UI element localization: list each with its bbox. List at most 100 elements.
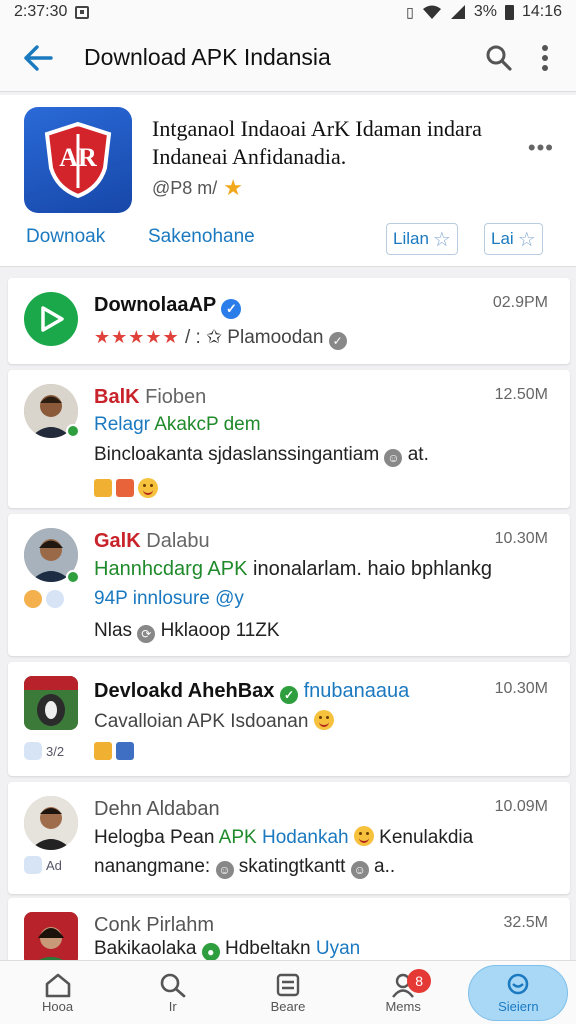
info-icon: ✓ <box>328 332 347 350</box>
featured-app-card[interactable]: AR Intganaol Indaoai ArK Idaman indara I… <box>0 95 576 267</box>
separator: / : <box>184 327 207 348</box>
post-time: 32.5M <box>503 914 548 931</box>
text-segment: Bakikaolaka <box>94 938 197 959</box>
post-author-handle: fnubanaaua <box>303 680 410 702</box>
list-item[interactable]: DownolaaAP ✓ 02.9PM ★★★★★ / : ✩ Plamooda… <box>8 278 570 364</box>
wifi-icon <box>422 5 441 19</box>
post-author-name: DownolaaAP <box>94 294 216 316</box>
status-icon: ● <box>201 943 220 961</box>
notification-badge: 8 <box>407 968 432 993</box>
avatar <box>24 292 78 346</box>
online-dot <box>66 570 80 584</box>
nav-label: Hooa <box>42 999 74 1014</box>
text-segment: dem <box>223 414 261 435</box>
reaction-bar[interactable] <box>94 742 134 760</box>
post-mini-icons: 3/2 <box>24 742 64 760</box>
clock-icon: ⟳ <box>137 625 156 643</box>
post-author-name: Dehn Aldaban <box>94 798 220 820</box>
post-author: DownolaaAP ✓ <box>94 294 242 319</box>
nav-search[interactable]: Ir <box>123 965 223 1021</box>
battery-icon <box>504 4 514 20</box>
text-segment: Nlas <box>94 620 133 641</box>
shield-logo-icon: AR <box>44 122 112 198</box>
rating-stars-icon: ★★★★★ <box>94 327 180 347</box>
search-icon <box>160 973 186 998</box>
logo-text: AR <box>59 143 97 172</box>
post-author-handle: Dalabu <box>146 530 210 552</box>
post-rating-row: ★★★★★ / : ✩ Plamoodan ✓ <box>94 326 347 350</box>
nav-label: Sieiern <box>498 999 539 1014</box>
list-item[interactable]: 3/2 Devloakd AhehBax ✓ fnubanaaua 10.30M… <box>8 662 570 776</box>
thumbs-up-icon <box>94 479 112 497</box>
post-time: 12.50M <box>494 386 548 403</box>
text-segment: APK <box>218 827 257 848</box>
text-segment: Uyan <box>315 938 361 959</box>
search-button[interactable] <box>476 35 522 81</box>
sliders-icon <box>276 973 300 997</box>
post-time: 10.09M <box>494 798 548 815</box>
post-author-name: GalK <box>94 530 141 552</box>
person-photo-icon <box>24 796 78 850</box>
search-icon <box>486 45 512 71</box>
star-outline-icon: ☆ <box>517 228 536 251</box>
emoji-icon <box>138 478 158 498</box>
post-mini-icons <box>24 590 64 608</box>
text-segment: Hdbeltakn <box>225 938 311 959</box>
mini-label: Ad <box>46 857 62 873</box>
overflow-menu-button[interactable] <box>522 35 568 81</box>
featured-meta-text: @P8 m/ <box>152 177 218 198</box>
globe-icon <box>46 590 64 608</box>
download-link[interactable]: Downoak <box>26 226 105 248</box>
text-segment: Hannhcdarg APK <box>94 558 248 580</box>
post-line-1: Hannhcdarg APK inonalarlam. haio bphlank… <box>94 558 492 581</box>
featured-meta: @P8 m/ ★ <box>152 175 243 201</box>
post-author: BalK Fioben <box>94 386 206 409</box>
nav-chat[interactable]: Sieiern <box>468 964 569 1021</box>
list-item[interactable]: Ad Dehn Aldaban 10.09M Helogba Pean APK … <box>8 782 570 894</box>
avatar <box>24 912 78 966</box>
battery-percent: 3% <box>473 3 497 20</box>
thumbs-up-icon <box>94 742 112 760</box>
chip-like[interactable]: Lilan ☆ <box>386 223 458 255</box>
list-item[interactable]: BalK Fioben 12.50M Relagr AkakcP dem Bin… <box>8 370 570 508</box>
post-line-1: Helogba Pean APK Hodankah Kenulakdia <box>94 826 473 849</box>
post-mini-icons: Ad <box>24 856 62 874</box>
sun-icon <box>24 590 42 608</box>
bottom-nav: Hooa Ir Beare 8 Mems Sieiern <box>0 960 576 1024</box>
post-line-2: Bincloakanta sjdaslanssingantiam ☺ at. <box>94 444 429 467</box>
arrow-back-icon <box>24 44 53 71</box>
text-segment: Hklaoop <box>160 620 231 641</box>
pet-photo-icon <box>24 676 78 730</box>
pin-icon: ✩ <box>206 327 223 348</box>
mic-icon <box>24 856 42 874</box>
star-outline-icon: ☆ <box>432 228 451 251</box>
secondary-link[interactable]: Sakenohane <box>148 226 255 248</box>
post-time: 02.9PM <box>492 294 548 311</box>
sparkle-icon <box>116 742 134 760</box>
home-icon <box>45 973 70 998</box>
nav-home[interactable]: Hooa <box>8 965 108 1021</box>
text-segment: a.. <box>374 856 396 877</box>
chip-save[interactable]: Lai ☆ <box>484 223 543 255</box>
signal-icon <box>450 5 465 19</box>
screenshot-icon <box>75 5 90 19</box>
featured-more-button[interactable]: ••• <box>528 135 554 161</box>
text-segment: Kenulakdia <box>379 827 474 848</box>
nav-browse[interactable]: Beare <box>238 965 338 1021</box>
mini-count: 3/2 <box>46 743 65 759</box>
featured-title: Intganaol Indaoai ArK Idaman indara Inda… <box>152 116 482 169</box>
emoji-icon <box>313 710 334 730</box>
post-time: 10.30M <box>494 680 548 697</box>
reaction-bar[interactable] <box>94 478 158 498</box>
text-segment: Bincloakanta sjdaslanssingantiam <box>94 444 380 465</box>
verified-icon: ✓ <box>221 299 242 319</box>
reaction-icon: ☺ <box>384 449 403 467</box>
nav-label: Mems <box>385 999 421 1014</box>
text-segment: Helogba Pean <box>94 827 215 848</box>
back-button[interactable] <box>10 30 66 86</box>
list-item[interactable]: GalK Dalabu 10.30M Hannhcdarg APK inonal… <box>8 514 570 656</box>
hand-icon <box>24 742 42 760</box>
nav-members[interactable]: 8 Mems <box>353 965 453 1021</box>
more-vert-icon <box>542 44 548 71</box>
screen: 2:37:30 ▯ 3% 14:16 Download APK Indansia <box>0 0 576 1024</box>
